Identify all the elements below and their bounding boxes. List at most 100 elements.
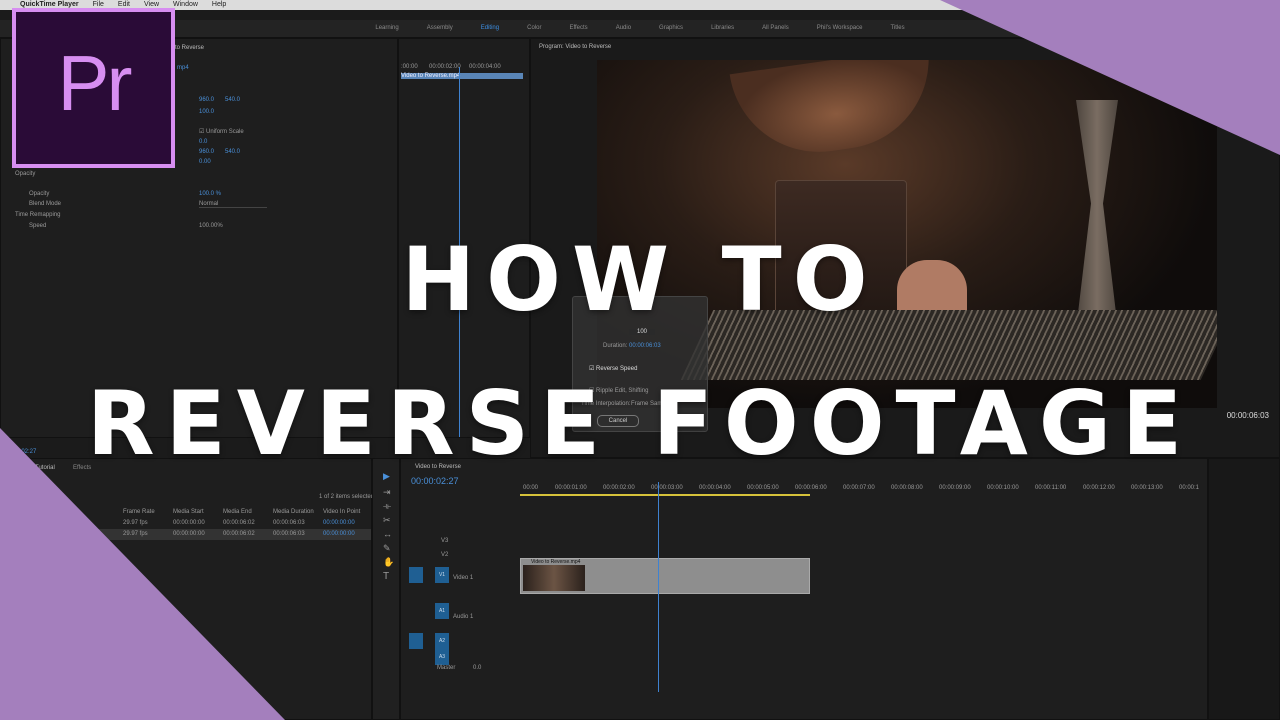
track-a3[interactable]: A3 [435, 649, 449, 665]
speed-value[interactable]: 100.00% [199, 223, 223, 229]
program-title[interactable]: Program: Video to Reverse [539, 44, 611, 50]
col-media-start[interactable]: Media Start [173, 509, 204, 515]
position-x[interactable]: 960.0 [199, 97, 214, 103]
mini-clip[interactable]: Video to Reverse.mp4 [401, 73, 523, 79]
tab-libraries[interactable]: Libraries [711, 20, 734, 37]
tab-assembly[interactable]: Assembly [427, 20, 453, 37]
tab-learning[interactable]: Learning [375, 20, 398, 37]
table-row-selected[interactable]: 29.97 fps 00:00:00:00 00:00:06:02 00:00:… [91, 529, 371, 540]
blend-mode-select[interactable]: Normal [199, 201, 267, 208]
track-select-icon[interactable]: ⇥ [383, 487, 391, 498]
tab-audio[interactable]: Audio [616, 20, 631, 37]
work-area-bar[interactable] [520, 494, 810, 496]
blend-mode-label: Blend Mode [29, 201, 62, 207]
ruler-12: 00:00:12:00 [1083, 485, 1115, 491]
a2-source-patch[interactable] [409, 633, 423, 649]
pen-tool-icon[interactable]: ✎ [383, 543, 391, 554]
ruler-10: 00:00:10:00 [987, 485, 1019, 491]
effect-clip-name[interactable]: mp4 [177, 65, 189, 71]
menu-help[interactable]: Help [212, 0, 226, 10]
duration-value[interactable]: 00:00:06:03 [629, 343, 661, 349]
pitcher-shape [729, 60, 941, 164]
tab-phils-workspace[interactable]: Phil's Workspace [817, 20, 863, 37]
ruler-0: 00:00 [523, 485, 539, 491]
tab-all-panels[interactable]: All Panels [762, 20, 789, 37]
mini-ruler-0: :00:00 [401, 64, 418, 70]
cell-media-end: 00:00:06:02 [223, 520, 255, 526]
track-a1[interactable]: A1 [435, 603, 449, 619]
master-label: Master [437, 665, 456, 671]
tools-panel: ▶ ⇥ ⟛ ✂ ↔ ✎ ✋ T [372, 458, 400, 720]
cell-frame-rate: 29.97 fps [123, 531, 148, 537]
track-v3[interactable]: V3 [441, 538, 448, 544]
cell-media-duration: 00:00:06:03 [273, 531, 305, 537]
mini-ruler-1: 00:00:02:00 [429, 64, 461, 70]
tab-color[interactable]: Color [527, 20, 541, 37]
tab-effects[interactable]: Effects [569, 20, 587, 37]
cell-frame-rate: 29.97 fps [123, 520, 148, 526]
hand-tool-icon[interactable]: ✋ [383, 557, 394, 568]
v1-source-patch[interactable] [409, 567, 423, 583]
tab-graphics[interactable]: Graphics [659, 20, 683, 37]
ruler-5: 00:00:05:00 [747, 485, 779, 491]
razor-tool-icon[interactable]: ✂ [383, 515, 391, 526]
timeline-playhead[interactable] [658, 482, 659, 692]
ruler-11: 00:00:11:00 [1035, 485, 1067, 491]
ruler-4: 00:00:04:00 [699, 485, 731, 491]
slip-tool-icon[interactable]: ↔ [383, 529, 392, 539]
premiere-pro-logo: Pr [12, 8, 175, 168]
anchor-x[interactable]: 960.0 [199, 149, 214, 155]
col-media-duration[interactable]: Media Duration [273, 509, 314, 515]
uniform-scale-label: Uniform Scale [206, 129, 244, 135]
ruler-14: 00:00:1 [1179, 485, 1200, 491]
cell-video-in: 00:00:00:00 [323, 520, 355, 526]
selection-count: 1 of 2 items selected [319, 494, 375, 500]
ruler-1: 00:00:01:00 [555, 485, 587, 491]
ruler-9: 00:00:09:00 [939, 485, 971, 491]
cell-media-duration: 00:00:06:03 [273, 520, 305, 526]
logo-text: Pr [57, 39, 133, 127]
track-v2[interactable]: V2 [441, 552, 448, 558]
scale-value[interactable]: 100.0 [199, 109, 214, 115]
track-a2[interactable]: A2 [435, 633, 449, 649]
cell-video-in: 00:00:00:00 [323, 531, 355, 537]
uniform-scale-checkbox[interactable]: ☑ Uniform Scale [199, 128, 244, 135]
headline-line-1: HOW TO [401, 228, 879, 331]
tab-titles[interactable]: Titles [890, 20, 904, 37]
cell-media-start: 00:00:00:00 [173, 531, 205, 537]
timeline-timecode[interactable]: 00:00:02:27 [411, 476, 459, 486]
ripple-edit-icon[interactable]: ⟛ [383, 501, 391, 512]
opacity-section[interactable]: Opacity [15, 171, 35, 177]
headline-line-2: REVERSE FOOTAGE [86, 372, 1194, 475]
ruler-2: 00:00:02:00 [603, 485, 635, 491]
timeline-clip[interactable]: Video to Reverse.mp4 [520, 558, 810, 594]
tab-editing[interactable]: Editing [481, 20, 499, 37]
track-audio1-name: Audio 1 [453, 614, 474, 620]
type-tool-icon[interactable]: T [383, 571, 389, 582]
ruler-7: 00:00:07:00 [843, 485, 875, 491]
position-y[interactable]: 540.0 [225, 97, 240, 103]
clip-thumbnail [523, 565, 585, 591]
opacity-value[interactable]: 100.0 % [199, 191, 221, 197]
menu-window[interactable]: Window [173, 0, 198, 10]
track-video1-name: Video 1 [453, 575, 474, 581]
ruler-6: 00:00:06:00 [795, 485, 827, 491]
track-v1[interactable]: V1 [435, 567, 449, 583]
audio-meters [1208, 458, 1280, 720]
ruler-8: 00:00:08:00 [891, 485, 923, 491]
reverse-speed-checkbox[interactable]: ☑ Reverse Speed [589, 365, 637, 372]
flicker-value[interactable]: 0.00 [199, 159, 211, 165]
anchor-y[interactable]: 540.0 [225, 149, 240, 155]
cell-media-start: 00:00:00:00 [173, 520, 205, 526]
cell-media-end: 00:00:06:02 [223, 531, 255, 537]
master-value[interactable]: 0.0 [473, 665, 481, 671]
ruler-3: 00:00:03:00 [651, 485, 683, 491]
effect-controls-header: to Reverse [175, 45, 205, 51]
col-frame-rate[interactable]: Frame Rate [123, 509, 155, 515]
col-media-end[interactable]: Media End [223, 509, 252, 515]
rotation-value[interactable]: 0.0 [199, 139, 207, 145]
time-remapping-section[interactable]: Time Remapping [15, 212, 60, 218]
clip-label: Video to Reverse.mp4 [531, 559, 581, 565]
col-video-in-point[interactable]: Video In Point [323, 509, 360, 515]
mini-ruler-2: 00:00:04:00 [469, 64, 501, 70]
